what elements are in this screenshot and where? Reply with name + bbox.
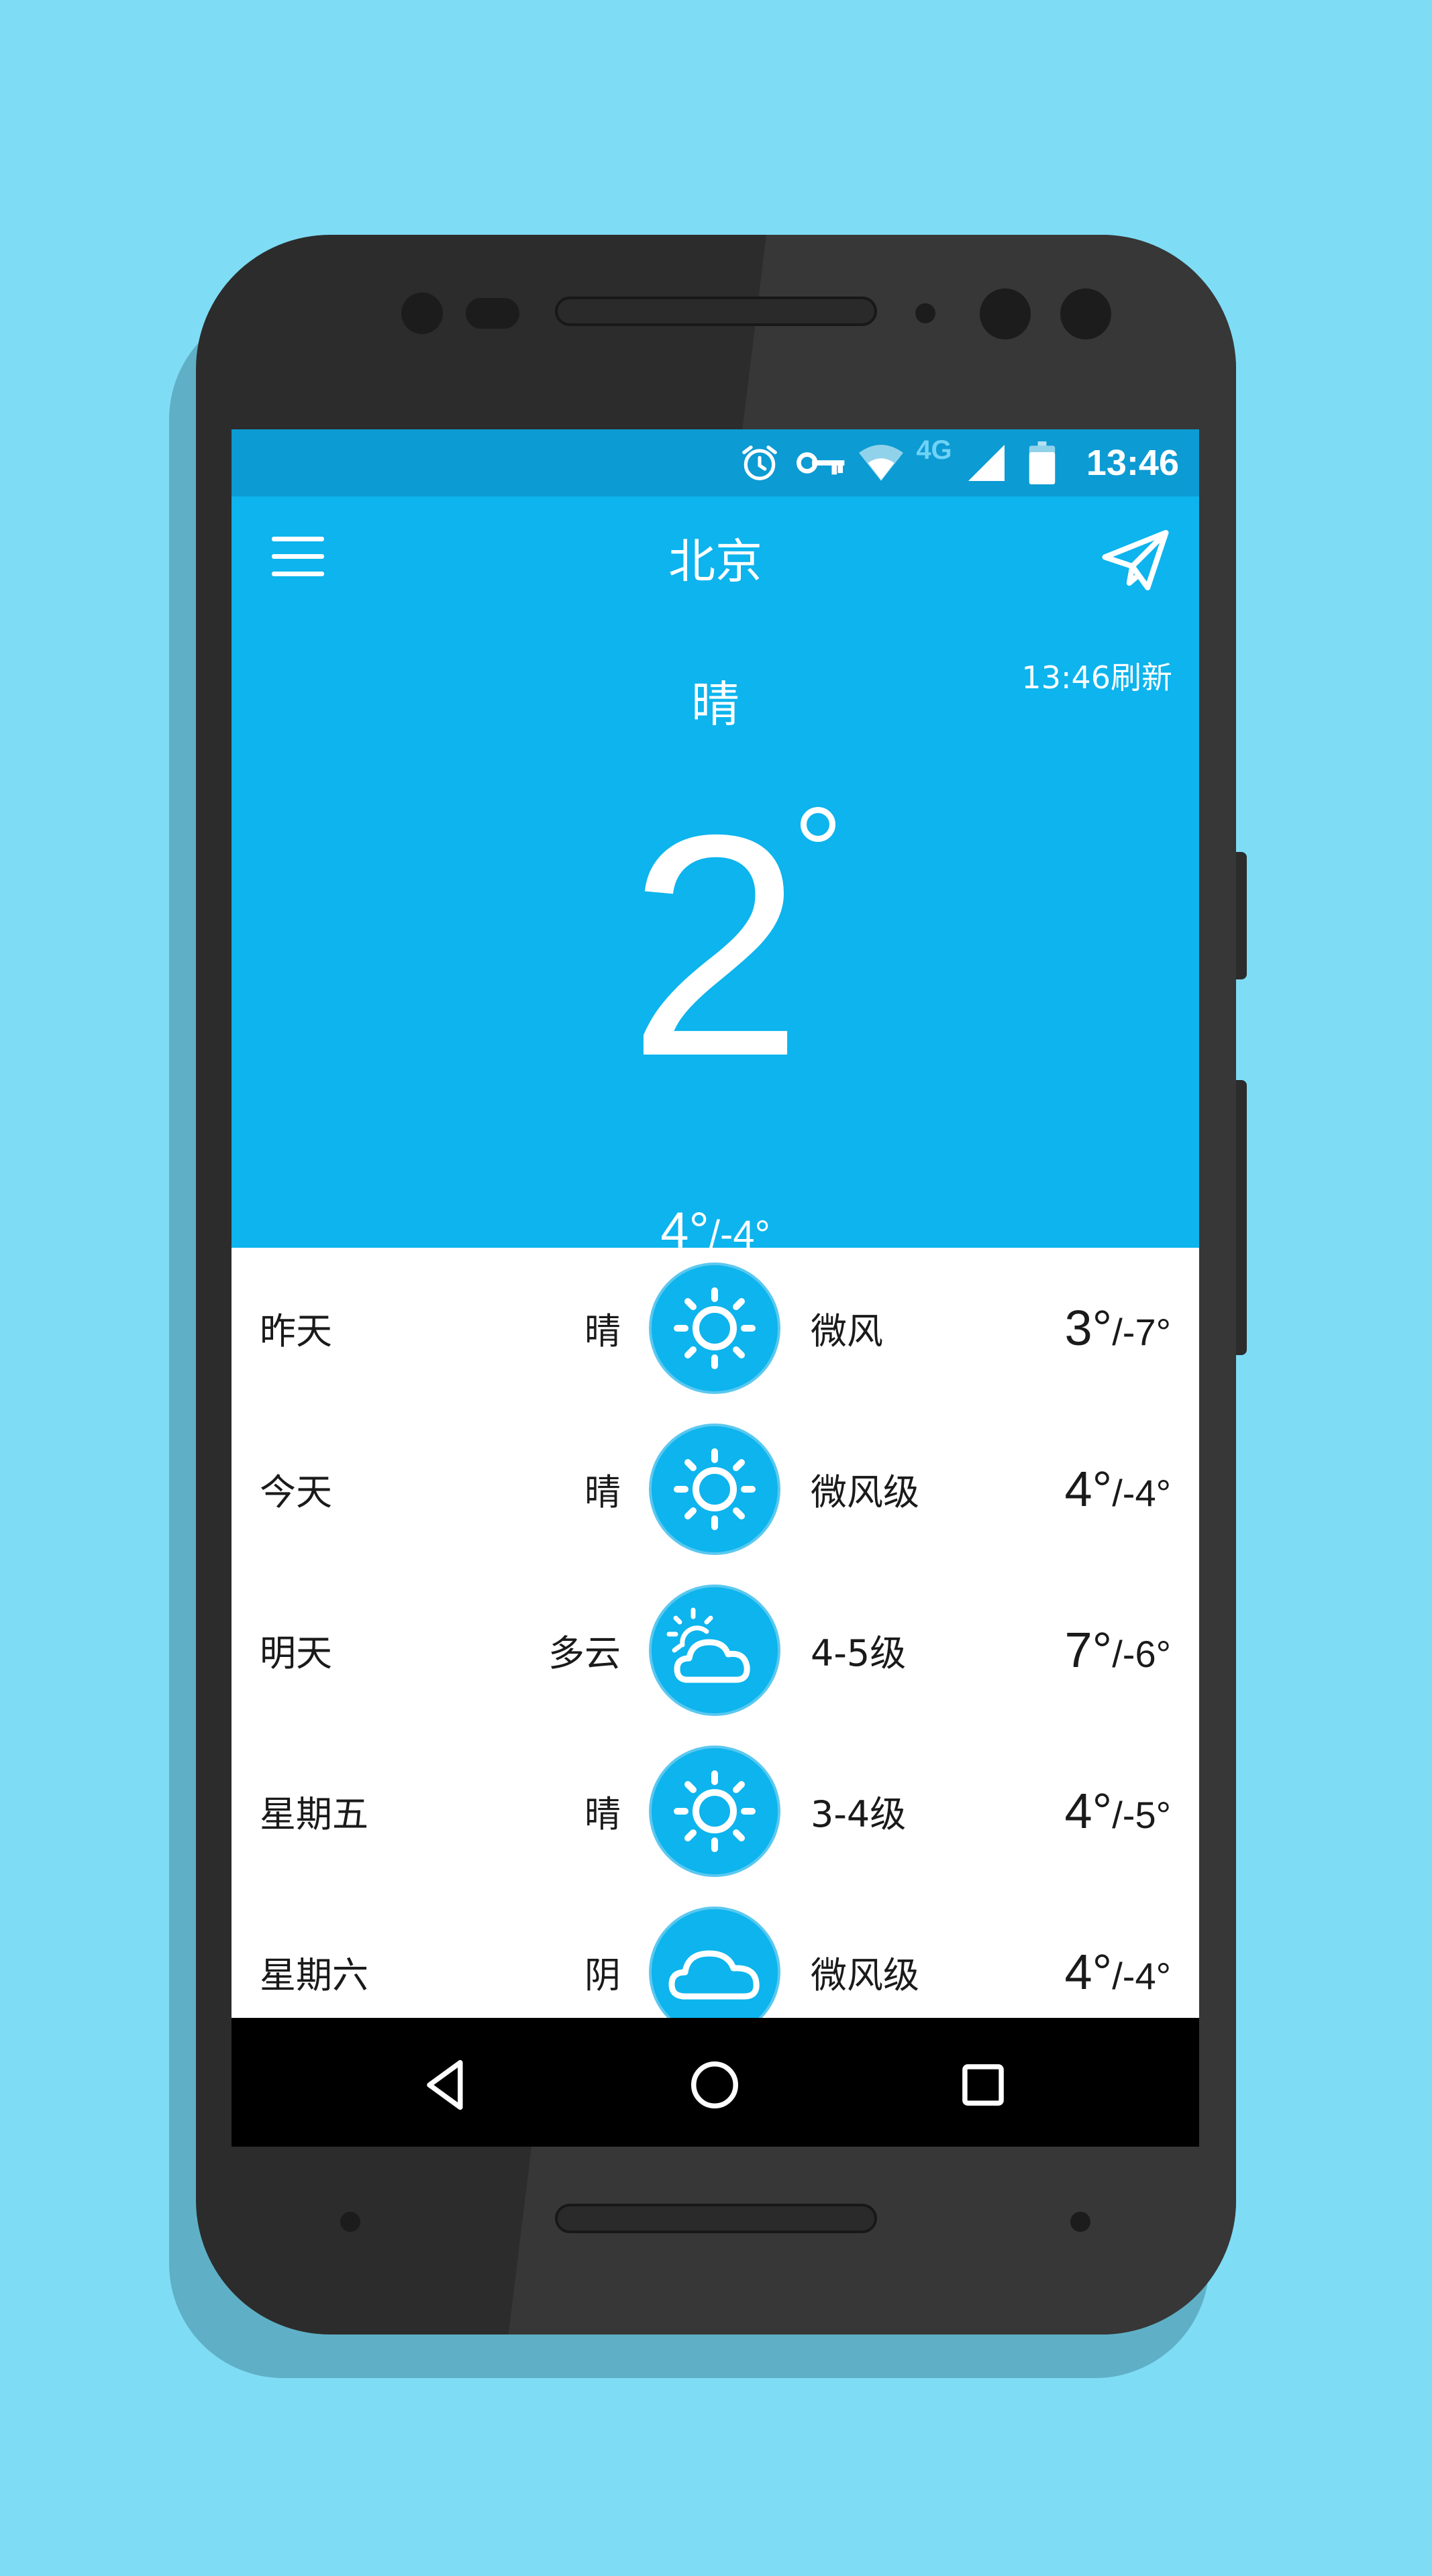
recents-button[interactable] [950, 2051, 1017, 2118]
bottom-speaker [555, 2204, 877, 2233]
forecast-condition: 晴 [584, 1310, 621, 1352]
forecast-condition: 晴 [584, 1793, 621, 1835]
home-button[interactable] [681, 2051, 748, 2118]
alarm-icon [736, 441, 783, 484]
forecast-day: 星期五 [260, 1793, 368, 1835]
forecast-high: 4° [1064, 1783, 1113, 1839]
status-time: 13:46 [1086, 443, 1179, 483]
front-flash [1060, 288, 1111, 339]
forecast-high: 4° [1064, 1461, 1113, 1517]
network-4g-icon: 4G [911, 433, 958, 467]
navigation-bar [232, 2018, 1199, 2147]
forecast-high: 3° [1064, 1300, 1113, 1356]
home-icon [691, 2061, 738, 2108]
vpn-key-icon [794, 441, 848, 484]
front-sensor-pill [466, 298, 519, 329]
sunny-icon [648, 1422, 782, 1556]
forecast-day: 明天 [260, 1632, 332, 1674]
recents-icon [962, 2064, 1004, 2106]
forecast-wind: 微风级 [811, 1954, 919, 1996]
forecast-low: /-4° [1112, 1955, 1171, 1997]
phone-screen: 4G 13:46 北京 13:46刷新 晴 2 4°/-4° 昨天 晴 微风 3… [232, 429, 1199, 2147]
share-button[interactable] [1098, 527, 1172, 594]
sunny-icon [648, 1261, 782, 1395]
stage-background: 4G 13:46 北京 13:46刷新 晴 2 4°/-4° 昨天 晴 微风 3… [0, 0, 1432, 2576]
forecast-wind: 3-4级 [811, 1793, 907, 1835]
city-title[interactable]: 北京 [232, 531, 1199, 592]
forecast-day: 昨天 [260, 1310, 332, 1352]
forecast-day: 星期六 [260, 1954, 368, 1996]
forecast-condition: 阴 [584, 1954, 621, 1996]
forecast-low: /-6° [1112, 1633, 1171, 1675]
front-sensor-left [401, 292, 443, 334]
forecast-low: /-5° [1112, 1794, 1171, 1836]
sunny-icon [648, 1744, 782, 1878]
forecast-row[interactable]: 今天 晴 微风级 4°/-4° [232, 1409, 1199, 1570]
forecast-temps: 4°/-4° [1065, 1945, 1172, 2013]
forecast-temps: 3°/-7° [1065, 1301, 1172, 1369]
proximity-sensor [915, 303, 935, 323]
back-icon [427, 2059, 463, 2110]
current-temperature: 2 [627, 769, 803, 1122]
send-icon [1102, 530, 1169, 590]
forecast-condition: 晴 [584, 1471, 621, 1513]
earpiece-speaker [555, 297, 877, 326]
forecast-list[interactable]: 昨天 晴 微风 3°/-7° 今天 晴 微风级 4°/-4° 明天 多云 4-5… [232, 1248, 1199, 2019]
partly-cloudy-icon [648, 1583, 782, 1717]
wifi-icon [854, 441, 908, 484]
forecast-row[interactable]: 昨天 晴 微风 3°/-7° [232, 1248, 1199, 1409]
forecast-row[interactable]: 星期六 阴 微风级 4°/-4° [232, 1892, 1199, 2019]
forecast-temps: 4°/-4° [1065, 1462, 1172, 1530]
forecast-wind: 微风 [811, 1310, 883, 1352]
degree-symbol [801, 807, 835, 842]
forecast-low: /-7° [1112, 1311, 1171, 1353]
bottom-mic-left [340, 2212, 360, 2232]
forecast-temps: 4°/-5° [1065, 1784, 1172, 1852]
cloudy-icon [648, 1905, 782, 2019]
back-button[interactable] [413, 2051, 480, 2118]
battery-icon [1023, 441, 1061, 484]
forecast-wind: 微风级 [811, 1471, 919, 1513]
forecast-temps: 7°/-6° [1065, 1623, 1172, 1691]
front-camera [980, 288, 1031, 339]
forecast-low: /-4° [1112, 1472, 1171, 1514]
forecast-row[interactable]: 星期五 晴 3-4级 4°/-5° [232, 1731, 1199, 1892]
forecast-high: 4° [1064, 1944, 1113, 2000]
forecast-high: 7° [1064, 1622, 1113, 1678]
bottom-mic-right [1070, 2212, 1090, 2232]
status-bar: 4G 13:46 [232, 429, 1199, 496]
forecast-condition: 多云 [548, 1632, 621, 1674]
current-condition: 晴 [691, 676, 739, 733]
forecast-day: 今天 [260, 1471, 332, 1513]
network-label: 4G [916, 435, 952, 465]
forecast-wind: 4-5级 [811, 1632, 907, 1674]
forecast-row[interactable]: 明天 多云 4-5级 7°/-6° [232, 1570, 1199, 1731]
cell-signal-icon [963, 441, 1010, 484]
